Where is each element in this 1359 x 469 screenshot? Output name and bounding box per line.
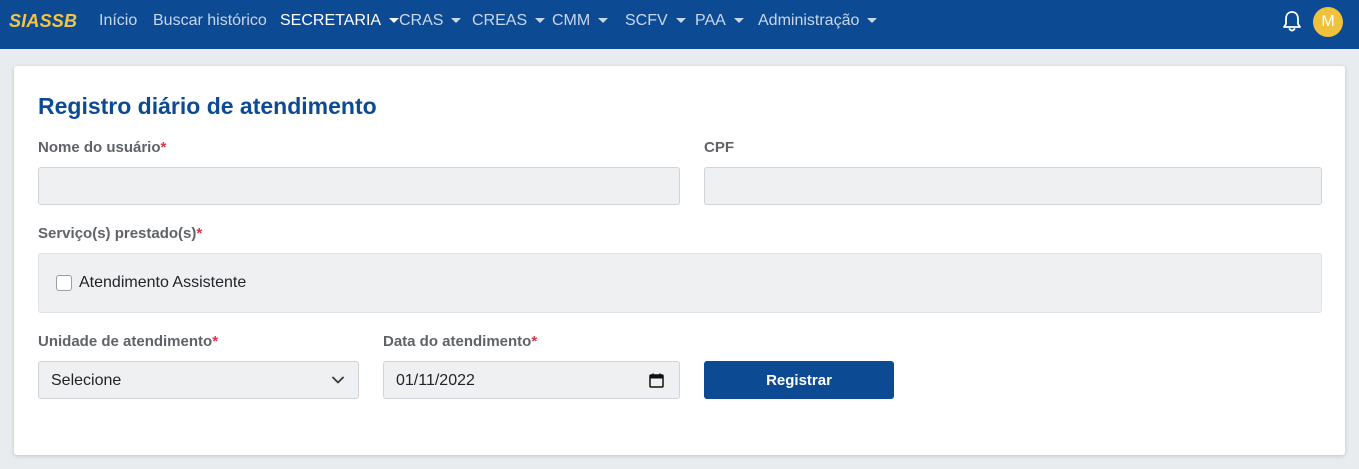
caret-down-icon — [675, 17, 686, 23]
top-navbar: SIASSB Início Buscar histórico SECRETARI… — [0, 0, 1359, 49]
nav-item-label: Início — [99, 12, 138, 29]
nav-item-label: PAA — [695, 12, 726, 29]
unit-select[interactable]: Selecione — [38, 361, 359, 399]
nav-item-label: SECRETARIA — [280, 12, 382, 29]
required-mark: * — [212, 333, 219, 350]
nav-item-paa[interactable]: PAA — [695, 12, 744, 30]
atendimento-assistente-checkbox[interactable] — [56, 275, 72, 291]
caret-down-icon — [733, 17, 744, 23]
brand-logo[interactable]: SIASSB — [9, 11, 77, 32]
services-label-text: Serviço(s) prestado(s) — [38, 225, 197, 242]
nav-item-label: CREAS — [472, 12, 528, 29]
nav-item-label: SCFV — [625, 12, 668, 29]
unit-label-text: Unidade de atendimento — [38, 333, 213, 350]
nav-item-cmm[interactable]: CMM — [552, 12, 609, 30]
nav-item-administracao[interactable]: Administração — [758, 12, 878, 30]
nav-item-label: Administração — [758, 12, 860, 29]
required-mark: * — [196, 225, 203, 242]
nav-item-label: CRAS — [399, 12, 444, 29]
caret-down-icon — [867, 17, 878, 23]
nav-item-scfv[interactable]: SCFV — [625, 12, 686, 30]
services-label: Serviço(s) prestado(s)* — [38, 225, 202, 242]
unit-select-value: Selecione — [51, 372, 122, 389]
avatar[interactable]: M — [1313, 7, 1343, 37]
date-input[interactable]: 01/11/2022 — [383, 361, 680, 399]
nav-item-secretaria[interactable]: SECRETARIA — [280, 12, 400, 30]
bell-icon[interactable] — [1282, 10, 1302, 32]
date-input-value: 01/11/2022 — [396, 372, 475, 389]
user-name-label-text: Nome do usuário — [38, 139, 161, 156]
required-mark: * — [531, 333, 538, 350]
nav-item-label: CMM — [552, 12, 591, 29]
register-button[interactable]: Registrar — [704, 361, 894, 399]
required-mark: * — [160, 139, 167, 156]
form-card: Registro diário de atendimento Nome do u… — [14, 66, 1345, 455]
atendimento-assistente-label[interactable]: Atendimento Assistente — [79, 274, 246, 292]
services-box: Atendimento Assistente — [38, 253, 1322, 313]
cpf-input[interactable] — [704, 167, 1322, 205]
avatar-initial: M — [1321, 13, 1335, 30]
date-label: Data do atendimento* — [383, 333, 537, 350]
cpf-label: CPF — [704, 139, 734, 156]
chevron-down-icon — [332, 376, 344, 384]
page-title: Registro diário de atendimento — [38, 93, 377, 119]
nav-item-creas[interactable]: CREAS — [472, 12, 546, 30]
nav-item-label: Buscar histórico — [153, 12, 267, 29]
caret-down-icon — [451, 17, 462, 23]
unit-label: Unidade de atendimento* — [38, 333, 218, 350]
user-name-input[interactable] — [38, 167, 680, 205]
nav-item-inicio[interactable]: Início — [99, 12, 137, 30]
date-label-text: Data do atendimento — [383, 333, 532, 350]
nav-item-cras[interactable]: CRAS — [399, 12, 462, 30]
calendar-icon[interactable] — [649, 373, 664, 388]
user-name-label: Nome do usuário* — [38, 139, 166, 156]
nav-item-buscar-historico[interactable]: Buscar histórico — [153, 12, 267, 30]
caret-down-icon — [389, 17, 400, 23]
caret-down-icon — [598, 17, 609, 23]
caret-down-icon — [535, 17, 546, 23]
